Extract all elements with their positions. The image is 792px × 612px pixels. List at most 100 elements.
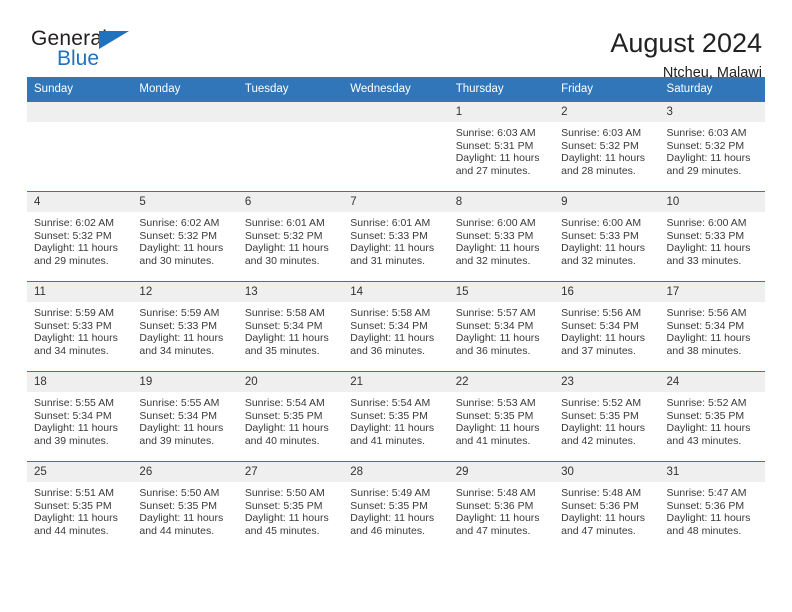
daylight-text-line2: and 33 minutes. xyxy=(666,254,742,267)
daylight-text-line2: and 31 minutes. xyxy=(350,254,425,267)
calendar-day-cell[interactable]: 2 Sunrise: 6:03 AM Sunset: 5:32 PM Daylight… xyxy=(554,102,660,192)
daylight-text-line1: Daylight: 11 hours xyxy=(561,512,645,525)
day-details: Sunrise: 6:00 AM Sunset: 5:33 PM Daylight:… xyxy=(554,212,659,267)
calendar-day-cell[interactable]: 15 Sunrise: 5:57 AM Sunset: 5:34 PM Dayligh… xyxy=(448,281,555,372)
day-details: Sunrise: 6:02 AM Sunset: 5:32 PM Daylight:… xyxy=(132,212,237,267)
calendar-day-cell[interactable]: 25 Sunrise: 5:51 AM Sunset: 5:35 PM Dayligh… xyxy=(27,461,133,551)
sunset-text: Sunset: 5:33 PM xyxy=(561,229,639,242)
daylight-text-line1: Daylight: 11 hours xyxy=(455,242,540,255)
day-details: Sunrise: 6:00 AM Sunset: 5:33 PM Daylight:… xyxy=(449,212,554,267)
daylight-text-line2: and 29 minutes. xyxy=(34,254,109,267)
day-number: 13 xyxy=(237,282,344,302)
calendar-day-cell[interactable]: 9 Sunrise: 6:00 AM Sunset: 5:33 PM Daylight… xyxy=(554,191,660,282)
day-number: 14 xyxy=(343,282,449,302)
page-title: August 2024 xyxy=(610,28,762,58)
sunrise-sunset-calendar: Sunday Monday Tuesday Wednesday Thursday… xyxy=(27,77,765,551)
sunset-text: Sunset: 5:35 PM xyxy=(561,409,639,422)
calendar-day-cell[interactable]: 11 Sunrise: 5:59 AM Sunset: 5:33 PM Dayligh… xyxy=(27,281,133,372)
daylight-text-line1: Daylight: 11 hours xyxy=(561,422,645,435)
sunrise-text: Sunrise: 6:01 AM xyxy=(244,217,325,229)
calendar-day-cell[interactable]: 16 Sunrise: 5:56 AM Sunset: 5:34 PM Dayligh… xyxy=(554,281,660,372)
calendar-day-cell[interactable]: 14 Sunrise: 5:58 AM Sunset: 5:34 PM Dayligh… xyxy=(343,281,449,372)
daylight-text-line1: Daylight: 11 hours xyxy=(244,512,329,525)
sunrise-text: Sunrise: 5:54 AM xyxy=(244,397,325,409)
sunrise-text: Sunrise: 6:01 AM xyxy=(350,217,431,229)
day-details: Sunrise: 6:01 AM Sunset: 5:32 PM Daylight:… xyxy=(238,212,343,267)
sunrise-text: Sunrise: 6:02 AM xyxy=(34,217,114,229)
calendar-day-cell[interactable]: 22 Sunrise: 5:53 AM Sunset: 5:35 PM Dayligh… xyxy=(448,371,555,462)
day-number xyxy=(237,102,344,122)
daylight-text-line1: Daylight: 11 hours xyxy=(34,242,118,255)
day-number: 28 xyxy=(343,462,449,482)
day-details: Sunrise: 5:51 AM Sunset: 5:35 PM Daylight:… xyxy=(27,482,132,537)
calendar-day-cell[interactable]: 24 Sunrise: 5:52 AM Sunset: 5:35 PM Dayligh… xyxy=(659,371,765,462)
calendar-day-cell[interactable]: 10 Sunrise: 6:00 AM Sunset: 5:33 PM Dayligh… xyxy=(659,191,765,282)
sunrise-text: Sunrise: 5:58 AM xyxy=(244,307,325,319)
daylight-text-line2: and 38 minutes. xyxy=(666,344,742,357)
calendar-day-cell[interactable]: 26 Sunrise: 5:50 AM Sunset: 5:35 PM Dayligh… xyxy=(132,461,238,551)
sunrise-text: Sunrise: 6:02 AM xyxy=(139,217,220,229)
daylight-text-line1: Daylight: 11 hours xyxy=(34,422,118,435)
calendar-day-cell[interactable]: 4 Sunrise: 6:02 AM Sunset: 5:32 PM Daylight… xyxy=(27,191,133,282)
calendar-day-cell[interactable]: 23 Sunrise: 5:52 AM Sunset: 5:35 PM Dayligh… xyxy=(554,371,660,462)
daylight-text-line1: Daylight: 11 hours xyxy=(666,152,751,165)
calendar-week-row: 11 Sunrise: 5:59 AM Sunset: 5:33 PM Dayligh… xyxy=(27,281,765,372)
sunrise-text: Sunrise: 5:55 AM xyxy=(139,397,220,409)
daylight-text-line1: Daylight: 11 hours xyxy=(350,512,435,525)
calendar-day-cell[interactable]: 20 Sunrise: 5:54 AM Sunset: 5:35 PM Dayligh… xyxy=(237,371,344,462)
calendar-day-cell[interactable]: 30 Sunrise: 5:48 AM Sunset: 5:36 PM Dayligh… xyxy=(554,461,660,551)
daylight-text-line1: Daylight: 11 hours xyxy=(244,422,329,435)
day-details: Sunrise: 5:48 AM Sunset: 5:36 PM Daylight:… xyxy=(554,482,659,537)
weekday-header-thursday: Thursday xyxy=(448,77,555,102)
day-number: 3 xyxy=(659,102,765,122)
sunrise-text: Sunrise: 5:49 AM xyxy=(350,487,431,499)
calendar-day-cell[interactable]: 3 Sunrise: 6:03 AM Sunset: 5:32 PM Daylight… xyxy=(659,102,765,192)
sunset-text: Sunset: 5:34 PM xyxy=(350,319,428,332)
day-details: Sunrise: 6:03 AM Sunset: 5:31 PM Daylight:… xyxy=(449,122,554,177)
calendar-day-cell[interactable]: 13 Sunrise: 5:58 AM Sunset: 5:34 PM Dayligh… xyxy=(237,281,344,372)
calendar-day-cell[interactable]: 1 Sunrise: 6:03 AM Sunset: 5:31 PM Daylight… xyxy=(448,102,555,192)
daylight-text-line1: Daylight: 11 hours xyxy=(244,242,329,255)
calendar-day-cell[interactable]: 8 Sunrise: 6:00 AM Sunset: 5:33 PM Daylight… xyxy=(448,191,555,282)
day-number: 24 xyxy=(659,372,765,392)
calendar-day-cell[interactable]: 18 Sunrise: 5:55 AM Sunset: 5:34 PM Dayligh… xyxy=(27,371,133,462)
sunrise-text: Sunrise: 5:52 AM xyxy=(561,397,642,409)
daylight-text-line2: and 35 minutes. xyxy=(244,344,320,357)
calendar-day-cell[interactable]: 21 Sunrise: 5:54 AM Sunset: 5:35 PM Dayligh… xyxy=(343,371,449,462)
daylight-text-line1: Daylight: 11 hours xyxy=(455,512,540,525)
daylight-text-line2: and 45 minutes. xyxy=(244,524,320,537)
calendar-day-cell[interactable]: 12 Sunrise: 5:59 AM Sunset: 5:33 PM Dayligh… xyxy=(132,281,238,372)
sunrise-text: Sunrise: 5:52 AM xyxy=(666,397,747,409)
day-number: 25 xyxy=(27,462,133,482)
sunrise-text: Sunrise: 6:03 AM xyxy=(666,127,747,139)
day-number: 31 xyxy=(659,462,765,482)
sunset-text: Sunset: 5:31 PM xyxy=(455,139,534,152)
calendar-day-cell[interactable]: 28 Sunrise: 5:49 AM Sunset: 5:35 PM Dayligh… xyxy=(343,461,449,551)
day-details: Sunrise: 6:00 AM Sunset: 5:33 PM Daylight:… xyxy=(660,212,765,267)
daylight-text-line2: and 27 minutes. xyxy=(455,164,531,177)
daylight-text-line1: Daylight: 11 hours xyxy=(244,332,329,345)
daylight-text-line2: and 30 minutes. xyxy=(244,254,320,267)
calendar-day-cell[interactable]: 6 Sunrise: 6:01 AM Sunset: 5:32 PM Daylight… xyxy=(237,191,344,282)
sunset-text: Sunset: 5:35 PM xyxy=(34,499,112,512)
daylight-text-line2: and 44 minutes. xyxy=(139,524,215,537)
calendar-day-cell[interactable]: 5 Sunrise: 6:02 AM Sunset: 5:32 PM Daylight… xyxy=(132,191,238,282)
day-number xyxy=(343,102,449,122)
calendar-day-cell[interactable]: 17 Sunrise: 5:56 AM Sunset: 5:34 PM Dayligh… xyxy=(659,281,765,372)
day-number: 17 xyxy=(659,282,765,302)
day-number: 10 xyxy=(659,192,765,212)
calendar-cell-empty xyxy=(343,102,449,192)
daylight-text-line1: Daylight: 11 hours xyxy=(34,332,118,345)
calendar-day-cell[interactable]: 29 Sunrise: 5:48 AM Sunset: 5:36 PM Dayligh… xyxy=(448,461,555,551)
daylight-text-line2: and 47 minutes. xyxy=(455,524,531,537)
calendar-day-cell[interactable]: 19 Sunrise: 5:55 AM Sunset: 5:34 PM Dayligh… xyxy=(132,371,238,462)
sunrise-text: Sunrise: 5:47 AM xyxy=(666,487,747,499)
calendar-day-cell[interactable]: 27 Sunrise: 5:50 AM Sunset: 5:35 PM Dayligh… xyxy=(237,461,344,551)
general-blue-logo[interactable]: General Blue xyxy=(27,28,181,76)
day-details: Sunrise: 5:57 AM Sunset: 5:34 PM Daylight:… xyxy=(449,302,554,357)
calendar-day-cell[interactable]: 31 Sunrise: 5:47 AM Sunset: 5:36 PM Dayligh… xyxy=(659,461,765,551)
daylight-text-line2: and 37 minutes. xyxy=(561,344,636,357)
sunrise-text: Sunrise: 5:59 AM xyxy=(139,307,220,319)
day-details: Sunrise: 5:58 AM Sunset: 5:34 PM Daylight:… xyxy=(343,302,448,357)
calendar-day-cell[interactable]: 7 Sunrise: 6:01 AM Sunset: 5:33 PM Daylight… xyxy=(343,191,449,282)
